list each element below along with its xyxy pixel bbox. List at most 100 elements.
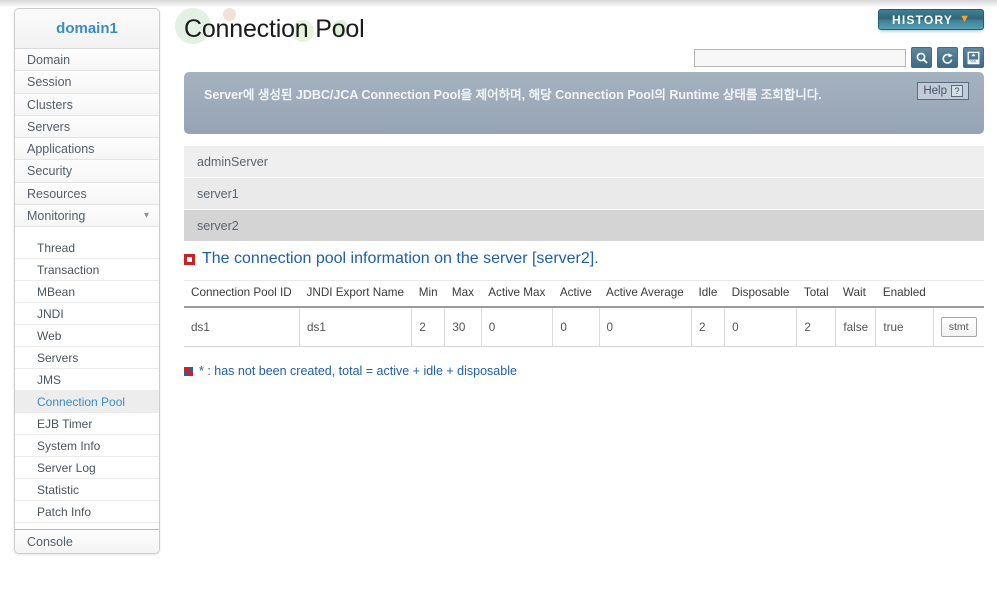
cell-max: 30 — [444, 307, 482, 347]
chevron-down-icon: ▼ — [959, 13, 970, 25]
table-row[interactable]: ds1 ds1 2 30 0 0 0 2 0 2 false true stmt — [184, 307, 984, 347]
export-xml-button[interactable]: XML — [963, 47, 984, 68]
domain-title: domain1 — [15, 9, 159, 49]
column-header-max: Max — [444, 280, 482, 308]
cell-jndi-export-name: ds1 — [299, 307, 413, 347]
footnote-text: * : has not been created, total = active… — [199, 364, 517, 378]
cell-actions: stmt — [933, 307, 984, 347]
info-banner: Server에 생성된 JDBC/JCA Connection Pool을 제어… — [184, 72, 984, 134]
svg-text:XML: XML — [970, 59, 977, 63]
server-list-item-server1[interactable]: server1 — [184, 178, 984, 210]
search-toolbar: XML — [694, 47, 984, 68]
sidebar-item-servers-monitoring[interactable]: Servers — [15, 347, 159, 370]
sidebar-submenu-monitoring: Thread Transaction MBean JNDI Web Server… — [15, 237, 159, 524]
sidebar-subitem-label: Thread — [37, 241, 76, 256]
column-header-jndi-export-name: JNDI Export Name — [299, 280, 412, 308]
sidebar-subitem-label: Servers — [37, 351, 79, 366]
sidebar-item-domain[interactable]: Domain — [15, 49, 159, 72]
sidebar-item-label: Servers — [27, 119, 71, 134]
cell-min: 2 — [411, 307, 446, 347]
sidebar-item-jms[interactable]: JMS — [15, 369, 159, 392]
sidebar-item-monitoring[interactable]: Monitoring ▾ — [15, 205, 159, 228]
question-mark-icon: ? — [951, 85, 963, 97]
table-footnote: * : has not been created, total = active… — [184, 364, 517, 378]
sidebar-item-mbean[interactable]: MBean — [15, 281, 159, 304]
sidebar-subitem-label: JNDI — [37, 307, 64, 322]
application-window: domain1 Domain Session Clusters Servers … — [0, 0, 997, 615]
refresh-icon — [942, 52, 953, 64]
column-header-enabled: Enabled — [875, 280, 934, 308]
table-header: Connection Pool ID JNDI Export Name Min … — [184, 280, 984, 308]
sidebar-item-jndi[interactable]: JNDI — [15, 303, 159, 326]
cell-active-max: 0 — [481, 307, 554, 347]
sidebar-item-web[interactable]: Web — [15, 325, 159, 348]
export-xml-icon: XML — [967, 51, 980, 64]
column-header-actions — [933, 280, 984, 308]
sidebar-item-label: Domain — [27, 53, 71, 67]
column-header-connection-pool-id: Connection Pool ID — [184, 280, 300, 308]
sidebar-item-connection-pool[interactable]: Connection Pool — [15, 391, 159, 414]
sidebar-item-resources[interactable]: Resources — [15, 182, 159, 206]
cell-active: 0 — [552, 307, 600, 347]
table-header-row: Connection Pool ID JNDI Export Name Min … — [184, 280, 984, 308]
column-header-wait: Wait — [835, 280, 876, 308]
column-header-total: Total — [796, 280, 836, 308]
sidebar-item-console[interactable]: Console — [15, 529, 159, 554]
cell-total: 2 — [796, 307, 837, 347]
sidebar: domain1 Domain Session Clusters Servers … — [14, 8, 160, 555]
server-name: server2 — [197, 219, 239, 233]
page-title: Connection Pool — [184, 15, 365, 43]
help-button-label: Help — [923, 85, 947, 97]
sidebar-item-ejb-timer[interactable]: EJB Timer — [15, 413, 159, 436]
sidebar-subitem-label: MBean — [37, 285, 76, 300]
sidebar-item-applications[interactable]: Applications — [15, 138, 159, 161]
refresh-button[interactable] — [937, 47, 958, 68]
server-name: adminServer — [197, 155, 268, 169]
sidebar-item-patch-info[interactable]: Patch Info — [15, 501, 159, 524]
sidebar-item-label: Resources — [27, 186, 87, 201]
history-button-label: HISTORY — [892, 12, 954, 27]
sidebar-item-thread[interactable]: Thread — [15, 237, 159, 260]
column-header-active-max: Active Max — [481, 280, 553, 308]
server-name: server1 — [197, 187, 239, 201]
section-heading: The connection pool information on the s… — [184, 250, 599, 268]
sidebar-subitem-label: JMS — [37, 373, 61, 388]
cell-wait: false — [835, 307, 877, 347]
sidebar-item-statistic[interactable]: Statistic — [15, 479, 159, 502]
sidebar-item-system-info[interactable]: System Info — [15, 435, 159, 458]
sidebar-item-servers[interactable]: Servers — [15, 115, 159, 139]
search-input[interactable] — [694, 48, 906, 67]
submenu-top-spacer — [15, 227, 159, 238]
column-header-active-average: Active Average — [599, 280, 692, 308]
sidebar-item-session[interactable]: Session — [15, 71, 159, 94]
sidebar-item-clusters[interactable]: Clusters — [15, 93, 159, 116]
sidebar-subitem-label: Statistic — [37, 483, 80, 498]
sidebar-item-label: Applications — [27, 142, 95, 157]
search-button[interactable] — [911, 47, 932, 68]
sidebar-item-label: Clusters — [27, 97, 73, 112]
cell-idle: 2 — [691, 307, 726, 347]
sidebar-item-transaction[interactable]: Transaction — [15, 259, 159, 282]
sidebar-item-server-log[interactable]: Server Log — [15, 457, 159, 480]
page-header: Connection Pool HISTORY ▼ XML — [172, 0, 997, 68]
server-list-item-adminserver[interactable]: adminServer — [184, 146, 984, 178]
cell-active-average: 0 — [599, 307, 692, 347]
sidebar-subitem-label: Patch Info — [37, 505, 92, 520]
sidebar-subitem-label: EJB Timer — [37, 417, 93, 432]
help-button[interactable]: Help ? — [917, 82, 969, 100]
cell-enabled: true — [875, 307, 934, 347]
connection-pool-table: Connection Pool ID JNDI Export Name Min … — [184, 280, 984, 347]
sidebar-item-security[interactable]: Security — [15, 160, 159, 183]
section-title: The connection pool information on the s… — [202, 250, 599, 267]
sidebar-subitem-label: Transaction — [37, 263, 100, 278]
history-button[interactable]: HISTORY ▼ — [878, 9, 984, 30]
stmt-button[interactable]: stmt — [940, 317, 977, 337]
cell-disposable: 0 — [724, 307, 798, 347]
column-header-disposable: Disposable — [724, 280, 797, 308]
sidebar-item-label: Console — [27, 535, 73, 550]
main-content: Connection Pool HISTORY ▼ XML Server에 생성… — [172, 0, 997, 615]
server-list-item-server2[interactable]: server2 — [184, 210, 984, 242]
sidebar-subitem-label: Connection Pool — [37, 395, 126, 410]
column-header-min: Min — [411, 280, 445, 308]
chevron-down-icon: ▾ — [143, 210, 149, 222]
